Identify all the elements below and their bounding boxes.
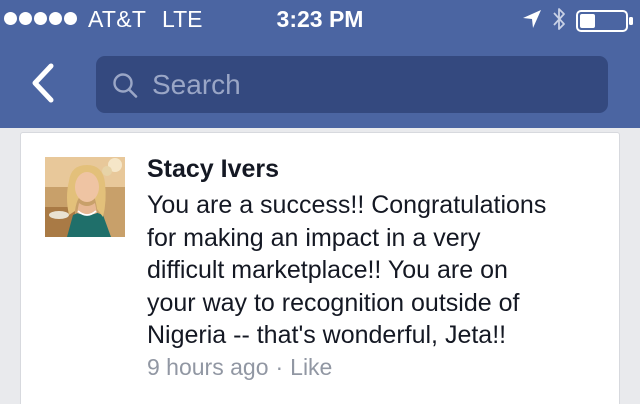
like-link[interactable]: Like (290, 354, 332, 381)
profile-photo (45, 157, 125, 237)
comment-timestamp: 9 hours ago (147, 354, 269, 380)
comment-meta: 9 hours ago · Like (147, 354, 332, 381)
comment-card: Stacy Ivers You are a success!! Congratu… (20, 132, 620, 404)
comment-body: You are a success!! Congratulations for … (147, 191, 547, 349)
comment-author-name[interactable]: Stacy Ivers (147, 155, 279, 184)
avatar[interactable] (45, 157, 125, 237)
status-time: 3:23 PM (276, 6, 364, 32)
battery-icon (576, 10, 633, 32)
back-button[interactable] (18, 58, 68, 108)
search-input[interactable]: Search (96, 56, 608, 113)
status-bar: AT&T LTE 3:23 PM (0, 0, 640, 40)
search-placeholder: Search (152, 68, 241, 100)
location-arrow-icon (523, 10, 541, 28)
chevron-left-icon (32, 63, 54, 103)
bluetooth-icon (553, 8, 565, 30)
meta-separator: · (275, 354, 284, 380)
top-bar: AT&T LTE 3:23 PM Search (0, 0, 640, 128)
search-icon (112, 72, 138, 98)
nav-bar: Search (0, 40, 640, 128)
comments-area: Stacy Ivers You are a success!! Congratu… (0, 128, 640, 404)
